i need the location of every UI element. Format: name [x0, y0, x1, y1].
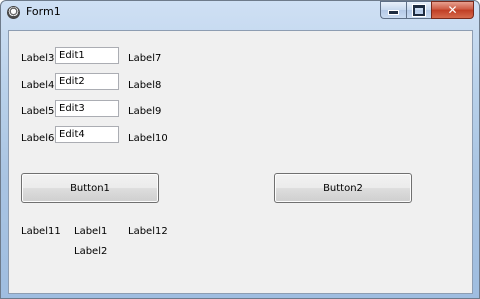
maximize-icon — [413, 4, 425, 16]
label7: Label7 — [128, 53, 162, 64]
button1[interactable]: Button1 — [21, 173, 159, 203]
label2: Label2 — [74, 246, 108, 257]
edit2-field[interactable] — [55, 73, 119, 90]
window-controls: ✕ — [380, 1, 474, 19]
minimize-icon — [388, 10, 399, 15]
label12: Label12 — [128, 226, 168, 237]
close-icon: ✕ — [447, 3, 458, 17]
label10: Label10 — [128, 133, 168, 144]
minimize-button[interactable] — [380, 1, 406, 19]
edit3-field[interactable] — [55, 100, 119, 117]
title-bar[interactable]: Form1 ✕ — [1, 1, 479, 23]
label4: Label4 — [21, 80, 55, 91]
close-button[interactable]: ✕ — [431, 1, 474, 19]
label6: Label6 — [21, 133, 55, 144]
edit4-field[interactable] — [55, 126, 119, 143]
button2[interactable]: Button2 — [274, 173, 412, 203]
form-client-area: Label3 Label4 Label5 Label6 Label7 Label… — [8, 30, 473, 294]
edit1-field[interactable] — [55, 47, 119, 64]
window-title: Form1 — [26, 5, 61, 18]
maximize-button[interactable] — [406, 1, 431, 19]
label8: Label8 — [128, 80, 162, 91]
form-app-icon[interactable] — [7, 6, 20, 19]
label5: Label5 — [21, 106, 55, 117]
form-window: Form1 ✕ Label3 Label4 Label5 Label6 Labe… — [0, 0, 480, 299]
label1: Label1 — [74, 226, 108, 237]
label9: Label9 — [128, 106, 162, 117]
label11: Label11 — [21, 226, 61, 237]
label3: Label3 — [21, 53, 55, 64]
